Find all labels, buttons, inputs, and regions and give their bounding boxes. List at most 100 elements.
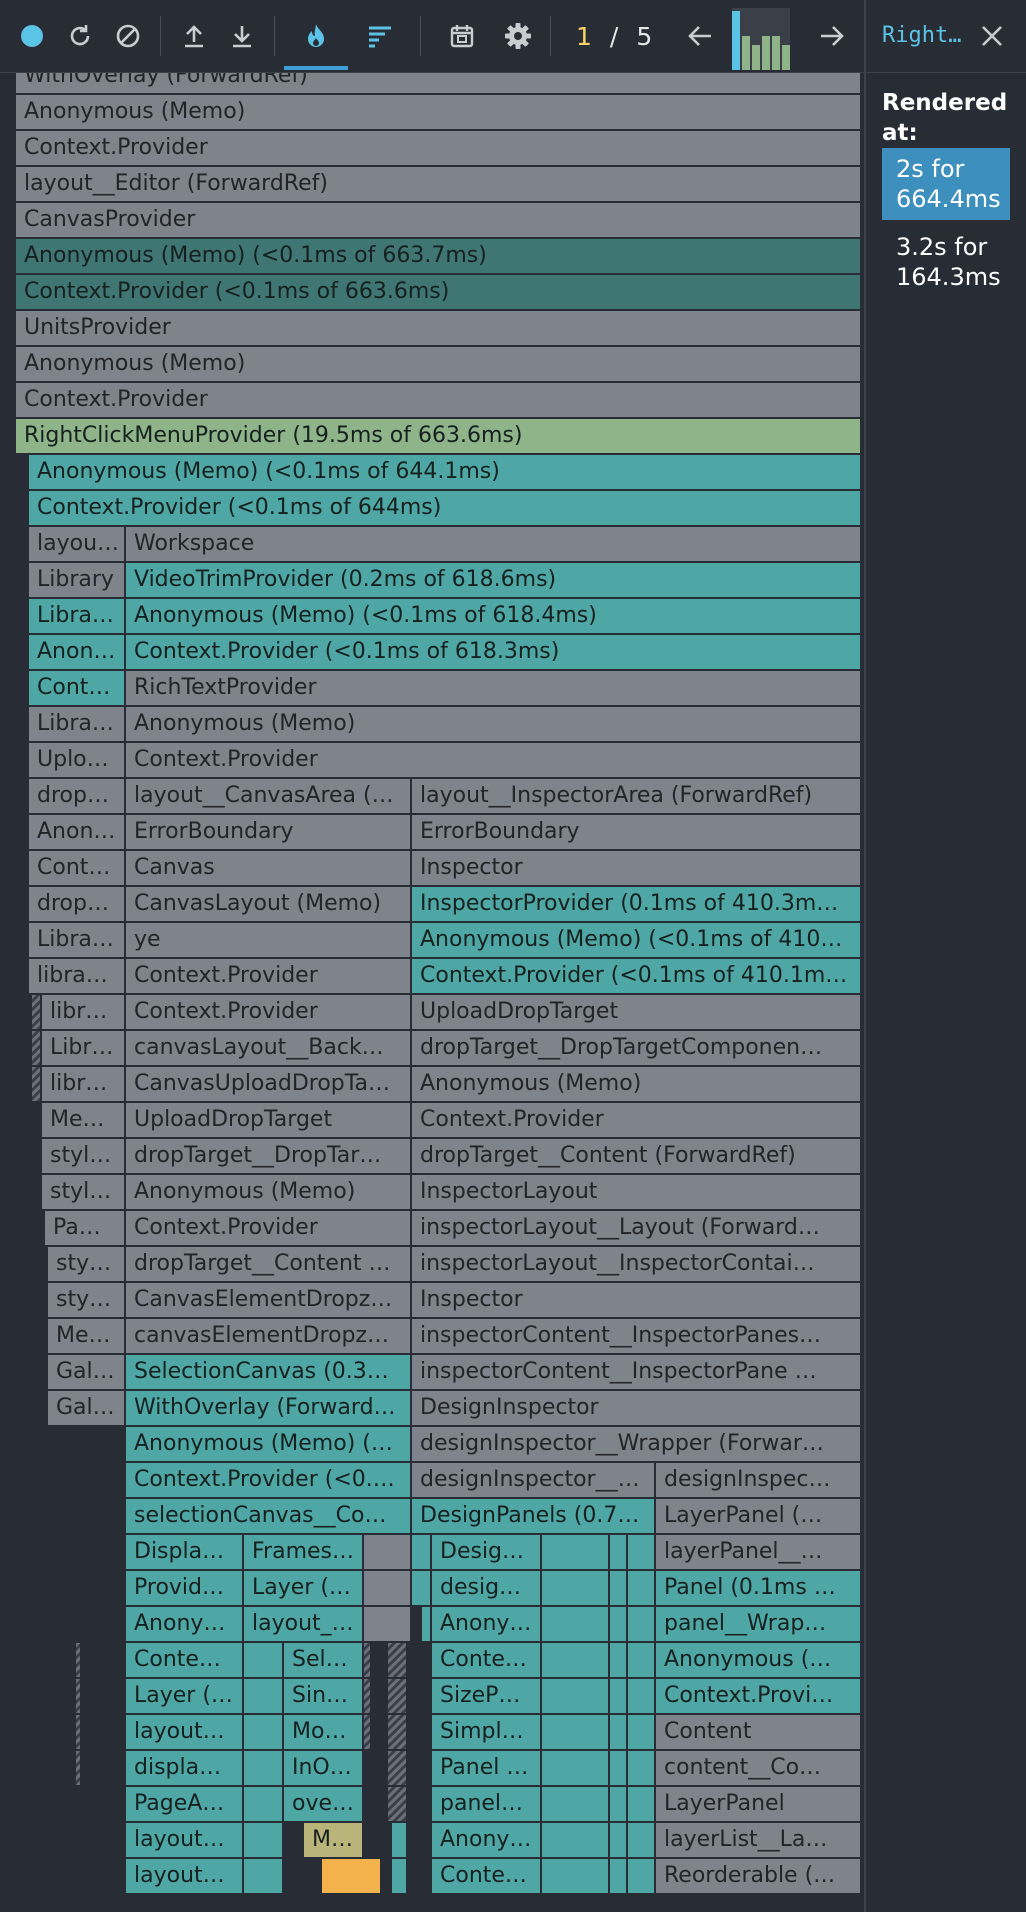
flame-node[interactable]: RichTextProvider	[126, 671, 862, 705]
flame-node[interactable]: libr…	[42, 1067, 126, 1101]
flame-node[interactable]	[244, 1859, 284, 1893]
flame-node[interactable]: Simpl…	[432, 1715, 542, 1749]
flame-node[interactable]: sty…	[48, 1283, 126, 1317]
flame-node[interactable]	[610, 1823, 628, 1857]
flame-node[interactable]: Desig…	[432, 1535, 542, 1569]
flame-node[interactable]	[76, 1535, 82, 1569]
flame-node[interactable]: Anonymous (Memo)	[412, 1067, 862, 1101]
flame-node[interactable]: Context.Provider	[126, 743, 862, 777]
flame-node[interactable]: panel…	[432, 1787, 542, 1821]
flame-node[interactable]	[610, 1787, 628, 1821]
flame-node[interactable]	[48, 1571, 54, 1605]
flame-node[interactable]: drop…	[29, 887, 126, 921]
flame-node[interactable]: dropTarget__DropTar…	[126, 1139, 412, 1173]
flame-node[interactable]	[48, 1499, 54, 1533]
flame-node[interactable]: layout__InspectorArea (ForwardRef)	[412, 779, 862, 813]
flame-node[interactable]: Context.Provider	[126, 1211, 412, 1245]
flame-node[interactable]: Anonymous (Memo)	[126, 1175, 412, 1209]
flame-node[interactable]	[388, 1715, 408, 1749]
flame-node[interactable]	[388, 1679, 408, 1713]
flame-node[interactable]: WithOverlay (Forward…	[126, 1391, 412, 1425]
flame-node[interactable]: Anon…	[29, 815, 126, 849]
flame-node[interactable]	[392, 1859, 408, 1893]
flame-node[interactable]: Mo…	[284, 1715, 364, 1749]
flame-node[interactable]	[392, 1823, 408, 1857]
reload-icon[interactable]	[62, 0, 98, 72]
flame-node[interactable]	[76, 1427, 82, 1461]
flame-node[interactable]: Conte…	[432, 1643, 542, 1677]
flame-node[interactable]: Libra…	[29, 923, 126, 957]
flame-node[interactable]	[610, 1751, 628, 1785]
flame-node[interactable]: libr…	[42, 995, 126, 1029]
flame-node[interactable]	[244, 1787, 284, 1821]
next-commit-icon[interactable]	[814, 0, 850, 72]
flame-node[interactable]	[48, 1535, 54, 1569]
flame-node[interactable]: Frames…	[244, 1535, 364, 1569]
commit-bar[interactable]	[762, 36, 770, 70]
flame-node[interactable]: Sel…	[284, 1643, 364, 1677]
flame-node[interactable]: Context.Provider	[412, 1103, 862, 1137]
commit-bar[interactable]	[772, 36, 780, 70]
flame-node[interactable]: inspectorContent__InspectorPane …	[412, 1355, 862, 1389]
flame-node[interactable]	[412, 1571, 432, 1605]
flame-node[interactable]: Reorderable (…	[656, 1859, 862, 1893]
flame-node[interactable]: Anony…	[126, 1607, 244, 1641]
flame-node[interactable]: ErrorBoundary	[412, 815, 862, 849]
record-icon[interactable]	[14, 0, 50, 72]
flame-node[interactable]	[610, 1571, 628, 1605]
flame-node[interactable]: layou…	[29, 527, 126, 561]
flame-node[interactable]	[628, 1751, 656, 1785]
flame-node[interactable]	[628, 1715, 656, 1749]
flame-node[interactable]: WithOverlay (ForwardRef)	[16, 73, 862, 93]
flame-node[interactable]	[58, 1427, 64, 1461]
flame-node[interactable]	[62, 1607, 68, 1641]
flame-node[interactable]	[610, 1607, 628, 1641]
upload-icon[interactable]	[176, 0, 212, 72]
flame-node[interactable]: styl…	[42, 1139, 126, 1173]
flame-node[interactable]: Context.Provider (<0.1ms of 663.6ms)	[16, 275, 862, 309]
flame-node[interactable]	[412, 1535, 432, 1569]
flame-node[interactable]	[76, 1643, 82, 1677]
flame-node[interactable]: Libra…	[29, 707, 126, 741]
flame-node[interactable]: VideoTrimProvider (0.2ms of 618.6ms)	[126, 563, 862, 597]
flame-node[interactable]: Context.Provi…	[656, 1679, 862, 1713]
flame-node[interactable]: UploadDropTarget	[412, 995, 862, 1029]
flame-node[interactable]: sty…	[48, 1247, 126, 1281]
flame-node[interactable]: Sin…	[284, 1679, 364, 1713]
flame-node[interactable]	[76, 1679, 82, 1713]
flame-node[interactable]	[48, 1463, 54, 1497]
close-icon[interactable]	[974, 18, 1010, 54]
flame-node[interactable]	[542, 1679, 610, 1713]
flame-node[interactable]: Anonymous (…	[656, 1643, 862, 1677]
flame-node[interactable]	[86, 1535, 92, 1569]
flame-node[interactable]: Anonymous (Memo) (<0.1ms of 644.1ms)	[29, 455, 862, 489]
flame-node[interactable]: designInspector__Wrapper (Forwar…	[412, 1427, 862, 1461]
flame-node[interactable]	[244, 1643, 284, 1677]
flame-node[interactable]: Displa…	[126, 1535, 244, 1569]
flame-node[interactable]: Anonymous (Memo)	[16, 347, 862, 381]
flame-node[interactable]	[32, 1067, 42, 1101]
flame-node[interactable]: Anonymous (Memo)	[126, 707, 862, 741]
flame-node[interactable]: desig…	[432, 1571, 542, 1605]
ranked-icon[interactable]	[360, 0, 400, 72]
flame-node[interactable]: Mo…	[304, 1823, 364, 1857]
flame-node[interactable]: InspectorProvider (0.1ms of 410.3m…	[412, 887, 862, 921]
flame-node[interactable]	[86, 1571, 92, 1605]
flame-node[interactable]	[58, 1535, 64, 1569]
settings-icon[interactable]	[500, 0, 536, 72]
flame-node[interactable]	[542, 1607, 610, 1641]
flame-node[interactable]: drop…	[29, 779, 126, 813]
flame-node[interactable]: selectionCanvas__Co…	[126, 1499, 412, 1533]
flame-node[interactable]	[542, 1823, 610, 1857]
flame-node[interactable]	[244, 1823, 284, 1857]
flame-node[interactable]: CanvasProvider	[16, 203, 862, 237]
flame-node[interactable]	[422, 1607, 432, 1641]
flame-node[interactable]: designInspec…	[656, 1463, 862, 1497]
flame-node[interactable]	[610, 1859, 628, 1893]
render-entry[interactable]: 3.2s for 164.3ms	[882, 226, 1010, 298]
flame-node[interactable]: inspectorContent__InspectorPanes…	[412, 1319, 862, 1353]
flame-node[interactable]: Context.Provider (<0.1ms of 618.3ms)	[126, 635, 862, 669]
flame-node[interactable]	[628, 1787, 656, 1821]
flame-node[interactable]: CanvasElementDropz…	[126, 1283, 412, 1317]
flame-node[interactable]: DesignInspector	[412, 1391, 862, 1425]
